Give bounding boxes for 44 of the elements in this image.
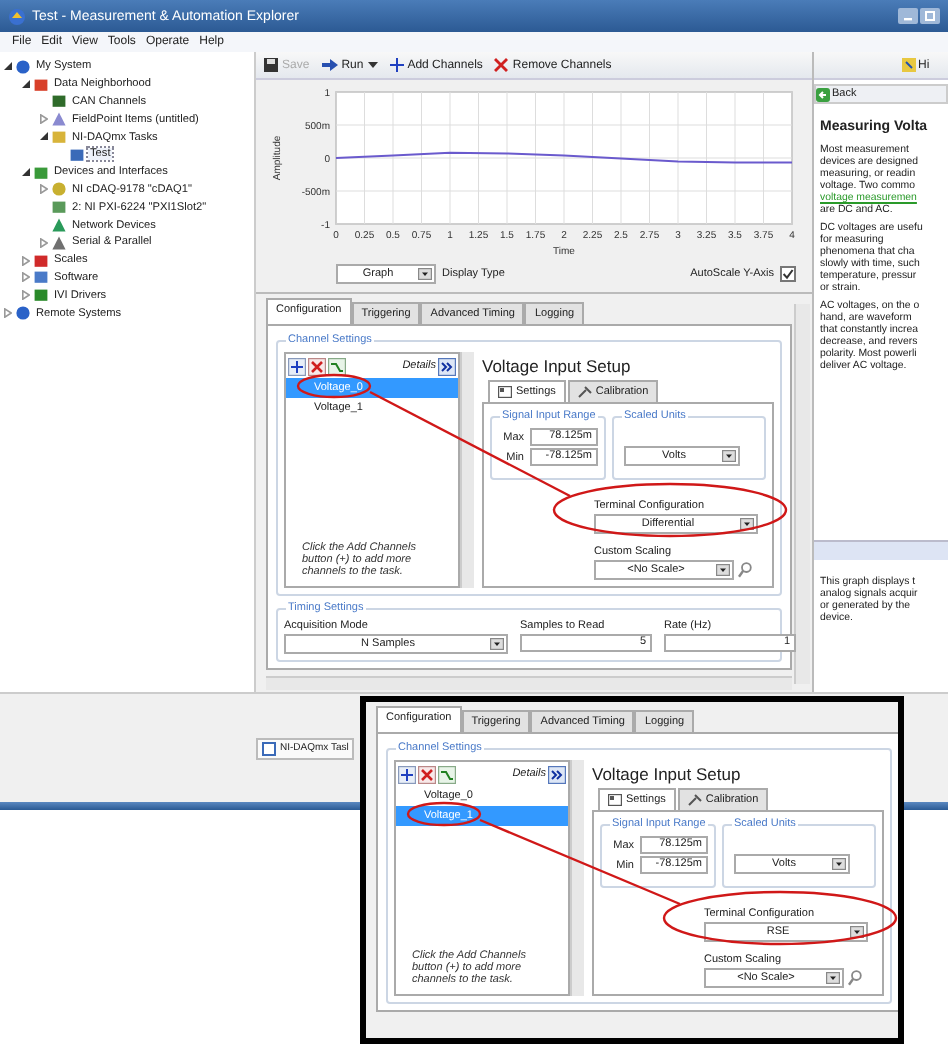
cross-icon[interactable] (494, 58, 509, 72)
autoscale-checkbox[interactable] (780, 266, 796, 282)
collapse-arrow-icon[interactable] (22, 167, 30, 178)
scrollbar[interactable] (794, 304, 810, 684)
back-arrow-icon[interactable] (816, 87, 830, 101)
scrollbar[interactable] (460, 352, 474, 588)
window-icon[interactable] (262, 741, 276, 755)
expand-arrow-icon[interactable] (4, 308, 12, 319)
highlight-ellipse (296, 373, 372, 399)
setup-title: Voltage Input Setup (482, 354, 633, 380)
collapse-arrow-icon[interactable] (40, 132, 48, 143)
collapse-arrow-icon[interactable] (22, 79, 30, 90)
expand-arrow-icon[interactable] (22, 272, 30, 283)
scrollbar[interactable] (570, 760, 584, 996)
app-icon (8, 7, 26, 25)
expand-arrow-icon[interactable] (40, 184, 48, 195)
dropdown-arrow-icon[interactable] (418, 268, 432, 280)
plus-icon[interactable] (389, 58, 404, 72)
expand-details-icon[interactable] (438, 357, 456, 375)
dropdown-arrow-icon[interactable] (716, 564, 730, 576)
expand-arrow-icon[interactable] (22, 255, 30, 266)
expand-details-icon[interactable] (548, 765, 566, 783)
scrollbar[interactable] (266, 676, 792, 690)
setup-title: Voltage Input Setup (592, 762, 743, 788)
dropdown-arrow-icon[interactable] (850, 926, 864, 938)
magnifier-icon[interactable] (848, 970, 862, 986)
dropdown-arrow-icon[interactable] (826, 972, 840, 984)
dropdown-arrow-icon[interactable] (490, 638, 504, 650)
arrow-icon[interactable] (321, 58, 338, 72)
collapse-arrow-icon[interactable] (4, 61, 12, 72)
help-section-bar (814, 540, 948, 560)
window-icon[interactable] (498, 386, 512, 398)
magnifier-icon[interactable] (738, 562, 752, 578)
highlight-ellipse (406, 801, 482, 827)
caret-icon[interactable] (367, 62, 378, 68)
expand-arrow-icon[interactable] (40, 237, 48, 248)
dropdown-arrow-icon[interactable] (740, 518, 754, 530)
dropdown-arrow-icon[interactable] (832, 858, 846, 870)
signal-icon[interactable] (438, 765, 456, 783)
dropdown-arrow-icon[interactable] (722, 450, 736, 462)
signal-icon[interactable] (328, 357, 346, 375)
expand-arrow-icon[interactable] (22, 290, 30, 301)
expand-arrow-icon[interactable] (40, 114, 48, 125)
window-icon[interactable] (608, 794, 622, 806)
